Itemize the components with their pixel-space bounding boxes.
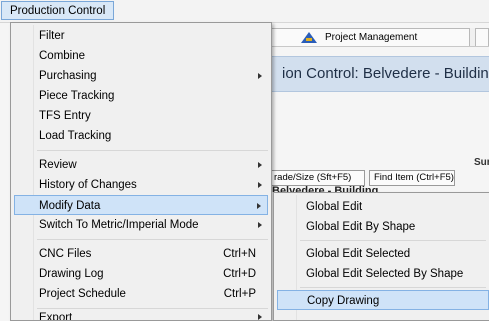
window-title-banner: ion Control: Belvedere - Building [270, 56, 489, 92]
menu-item-combine[interactable]: Combine [14, 46, 268, 66]
menu-item-label: Switch To Metric/Imperial Mode [39, 219, 199, 231]
menu-item-switch-metric-imperial[interactable]: Switch To Metric/Imperial Mode [14, 215, 268, 235]
menu-item-label: Copy Drawing [307, 295, 380, 307]
tab-overflow[interactable] [475, 28, 489, 46]
menu-item-load-tracking[interactable]: Load Tracking [14, 126, 268, 146]
menu-item-label: Load Tracking [39, 130, 112, 142]
menu-item-label: Global Edit By Shape [306, 221, 416, 233]
menu-item-review[interactable]: Review [14, 155, 268, 175]
menu-item-label: History of Changes [39, 179, 137, 191]
menu-item-label: Purchasing [39, 70, 97, 82]
submenu-item-global-edit[interactable]: Global Edit [277, 197, 486, 217]
menubar-production-control[interactable]: Production Control [1, 1, 115, 20]
menu-item-label: CNC Files [39, 248, 92, 260]
menu-item-label: Global Edit Selected By Shape [306, 268, 464, 280]
submenu-arrow-icon [258, 314, 262, 320]
module-tab-strip: Project Management [270, 28, 489, 47]
submenu-item-global-edit-by-shape[interactable]: Global Edit By Shape [277, 217, 486, 237]
menu-item-tfs-entry[interactable]: TFS Entry [14, 106, 268, 126]
menu-item-filter[interactable]: Filter [14, 26, 268, 46]
menu-item-label: Piece Tracking [39, 90, 115, 102]
submenu-item-copy-drawing[interactable]: Copy Drawing [277, 290, 489, 310]
menu-item-shortcut: Ctrl+P [223, 288, 256, 300]
submenu-arrow-icon [258, 222, 262, 228]
menu-item-purchasing[interactable]: Purchasing [14, 66, 268, 86]
menu-separator [37, 150, 268, 151]
production-control-menu: Filter Combine Purchasing Piece Tracking… [10, 22, 272, 321]
modify-data-submenu: Global Edit Global Edit By Shape Global … [273, 192, 489, 321]
tab-project-management[interactable]: Project Management [270, 28, 470, 46]
menu-separator [300, 240, 486, 241]
summary-label: Sur [474, 157, 489, 168]
submenu-arrow-icon [258, 182, 262, 188]
menu-bar: Production Control [0, 0, 489, 23]
menu-item-shortcut: Ctrl+N [223, 248, 256, 260]
menu-item-label: Filter [39, 30, 65, 42]
submenu-item-global-edit-selected[interactable]: Global Edit Selected [277, 244, 486, 264]
menu-item-shortcut: Ctrl+D [223, 268, 256, 280]
menu-item-label: Modify Data [39, 200, 101, 212]
trade-size-button[interactable]: rade/Size (Sft+F5) [270, 170, 365, 186]
menu-item-export[interactable]: Export [14, 311, 268, 320]
menu-item-drawing-log[interactable]: Drawing Log Ctrl+D [14, 264, 268, 284]
submenu-arrow-icon [257, 203, 261, 209]
submenu-item-global-edit-selected-by-shape[interactable]: Global Edit Selected By Shape [277, 264, 486, 284]
find-item-button[interactable]: Find Item (Ctrl+F5) [369, 170, 455, 186]
menu-item-label: Export [39, 312, 73, 320]
menu-item-piece-tracking[interactable]: Piece Tracking [14, 86, 268, 106]
menu-item-cnc-files[interactable]: CNC Files Ctrl+N [14, 244, 268, 264]
tab-project-management-label: Project Management [325, 32, 418, 43]
menu-item-history-of-changes[interactable]: History of Changes [14, 175, 268, 195]
menu-item-label: Review [39, 159, 77, 171]
menu-item-label: Combine [39, 50, 86, 62]
project-management-icon [301, 32, 317, 43]
menu-item-label: Project Schedule [39, 288, 126, 300]
menu-separator [37, 308, 268, 309]
menu-item-modify-data[interactable]: Modify Data [14, 195, 268, 215]
menu-item-project-schedule[interactable]: Project Schedule Ctrl+P [14, 284, 268, 304]
menu-item-label: Drawing Log [39, 268, 104, 280]
menu-item-label: Global Edit Selected [306, 248, 411, 260]
menu-item-label: Global Edit [306, 201, 363, 213]
submenu-arrow-icon [258, 162, 262, 168]
window-title-text: ion Control: Belvedere - Building [282, 65, 489, 82]
menu-separator [300, 287, 486, 288]
submenu-arrow-icon [258, 73, 262, 79]
menu-separator [37, 239, 268, 240]
menu-item-label: TFS Entry [39, 110, 91, 122]
